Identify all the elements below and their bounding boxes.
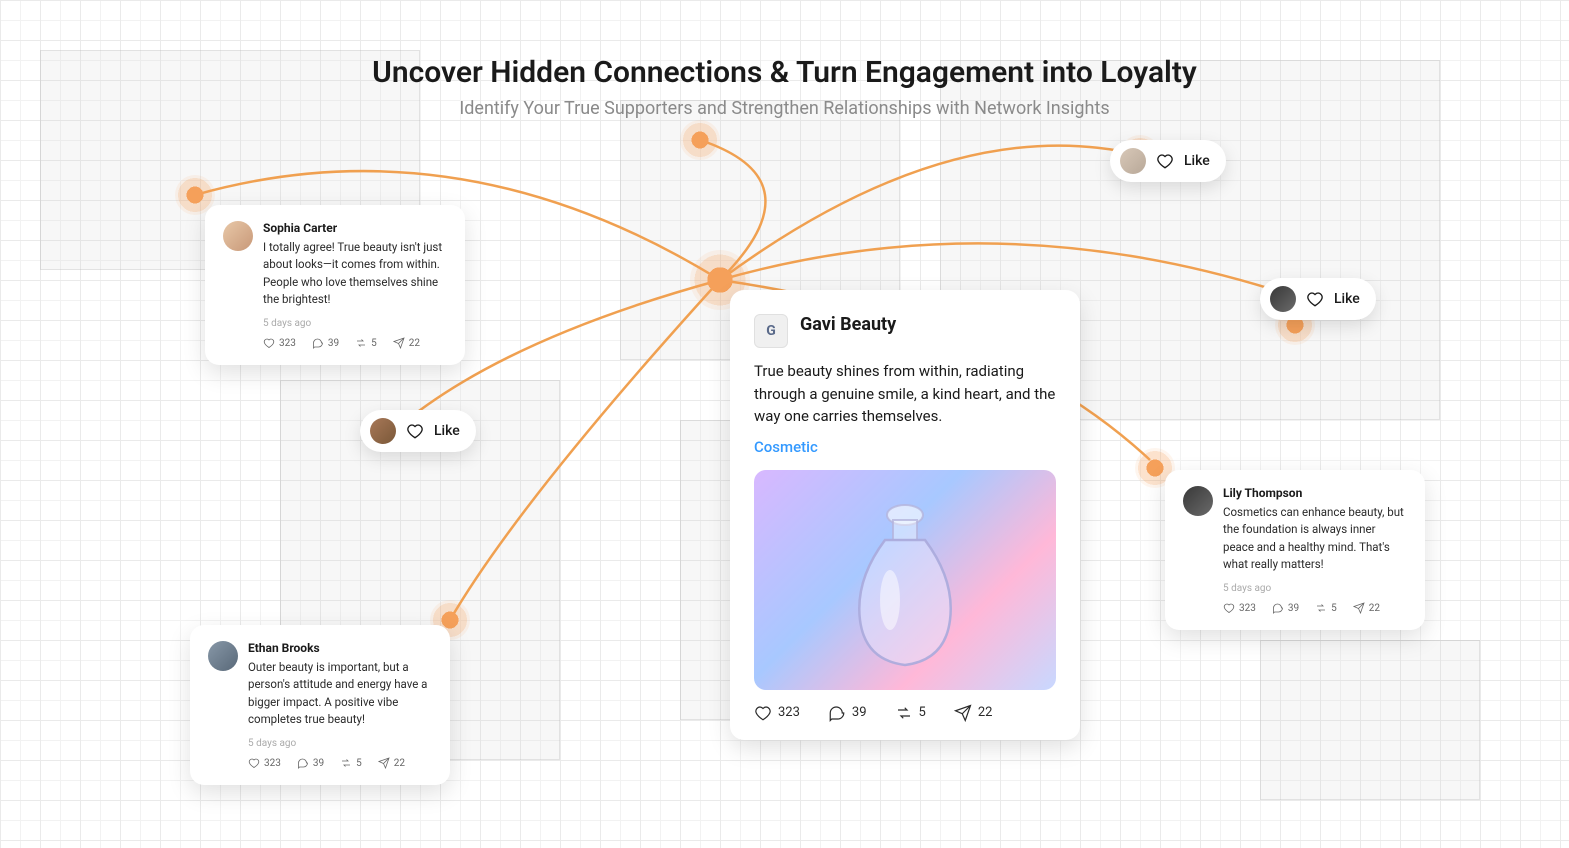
post-image — [754, 470, 1056, 690]
share-stat[interactable]: 22 — [954, 704, 993, 722]
heart-icon — [248, 757, 260, 769]
heart-icon — [1306, 290, 1324, 308]
avatar — [1270, 286, 1296, 312]
repost-stat[interactable]: 5 — [340, 757, 362, 769]
post-tag[interactable]: Cosmetic — [754, 438, 1056, 456]
comments-stat[interactable]: 39 — [1272, 602, 1299, 614]
comment-stats: 323 39 5 22 — [1223, 602, 1407, 614]
comment-card-sophia[interactable]: Sophia Carter I totally agree! True beau… — [205, 205, 465, 365]
avatar — [223, 221, 253, 251]
likes-stat[interactable]: 323 — [754, 704, 800, 722]
like-pill[interactable]: Like — [360, 410, 476, 452]
comments-stat[interactable]: 39 — [297, 757, 324, 769]
brand-name: Gavi Beauty — [800, 314, 896, 335]
share-stat[interactable]: 22 — [1353, 602, 1380, 614]
repost-stat[interactable]: 5 — [1315, 602, 1337, 614]
heart-icon — [406, 422, 424, 440]
heart-icon — [263, 337, 275, 349]
repost-icon — [340, 757, 352, 769]
share-icon — [1353, 602, 1365, 614]
like-pill[interactable]: Like — [1110, 140, 1226, 182]
page-title: Uncover Hidden Connections & Turn Engage… — [0, 55, 1569, 90]
share-icon — [393, 337, 405, 349]
repost-stat[interactable]: 5 — [895, 704, 926, 722]
heart-icon — [1156, 152, 1174, 170]
comment-author: Lily Thompson — [1223, 486, 1407, 500]
comment-text: Cosmetics can enhance beauty, but the fo… — [1223, 504, 1407, 573]
like-label: Like — [1334, 291, 1360, 307]
comment-time: 5 days ago — [248, 738, 432, 749]
comment-icon — [1272, 602, 1284, 614]
heart-icon — [754, 704, 772, 722]
main-post-card[interactable]: G Gavi Beauty True beauty shines from wi… — [730, 290, 1080, 740]
comment-author: Ethan Brooks — [248, 641, 432, 655]
perfume-bottle — [835, 490, 975, 670]
comment-card-ethan[interactable]: Ethan Brooks Outer beauty is important, … — [190, 625, 450, 785]
post-text: True beauty shines from within, radiatin… — [754, 360, 1056, 428]
map-continent — [1260, 640, 1480, 800]
repost-icon — [895, 704, 913, 722]
share-stat[interactable]: 22 — [393, 337, 420, 349]
likes-stat[interactable]: 323 — [1223, 602, 1256, 614]
avatar — [208, 641, 238, 671]
avatar — [1120, 148, 1146, 174]
comment-card-lily[interactable]: Lily Thompson Cosmetics can enhance beau… — [1165, 470, 1425, 630]
repost-icon — [355, 337, 367, 349]
brand-avatar: G — [754, 314, 788, 348]
avatar — [370, 418, 396, 444]
comment-time: 5 days ago — [263, 318, 447, 329]
like-label: Like — [434, 423, 460, 439]
share-icon — [378, 757, 390, 769]
share-icon — [954, 704, 972, 722]
comment-text: I totally agree! True beauty isn't just … — [263, 239, 447, 308]
repost-stat[interactable]: 5 — [355, 337, 377, 349]
post-stats: 323 39 5 22 — [754, 704, 1056, 722]
share-stat[interactable]: 22 — [378, 757, 405, 769]
comment-stats: 323 39 5 22 — [248, 757, 432, 769]
comment-icon — [312, 337, 324, 349]
page-subtitle: Identify Your True Supporters and Streng… — [0, 98, 1569, 119]
like-label: Like — [1184, 153, 1210, 169]
comment-stats: 323 39 5 22 — [263, 337, 447, 349]
likes-stat[interactable]: 323 — [248, 757, 281, 769]
comment-time: 5 days ago — [1223, 583, 1407, 594]
comments-stat[interactable]: 39 — [312, 337, 339, 349]
comment-icon — [297, 757, 309, 769]
comments-stat[interactable]: 39 — [828, 704, 867, 722]
likes-stat[interactable]: 323 — [263, 337, 296, 349]
comment-icon — [828, 704, 846, 722]
avatar — [1183, 486, 1213, 516]
comment-author: Sophia Carter — [263, 221, 447, 235]
heart-icon — [1223, 602, 1235, 614]
page-header: Uncover Hidden Connections & Turn Engage… — [0, 0, 1569, 119]
repost-icon — [1315, 602, 1327, 614]
comment-text: Outer beauty is important, but a person'… — [248, 659, 432, 728]
like-pill[interactable]: Like — [1260, 278, 1376, 320]
map-node — [680, 120, 720, 160]
